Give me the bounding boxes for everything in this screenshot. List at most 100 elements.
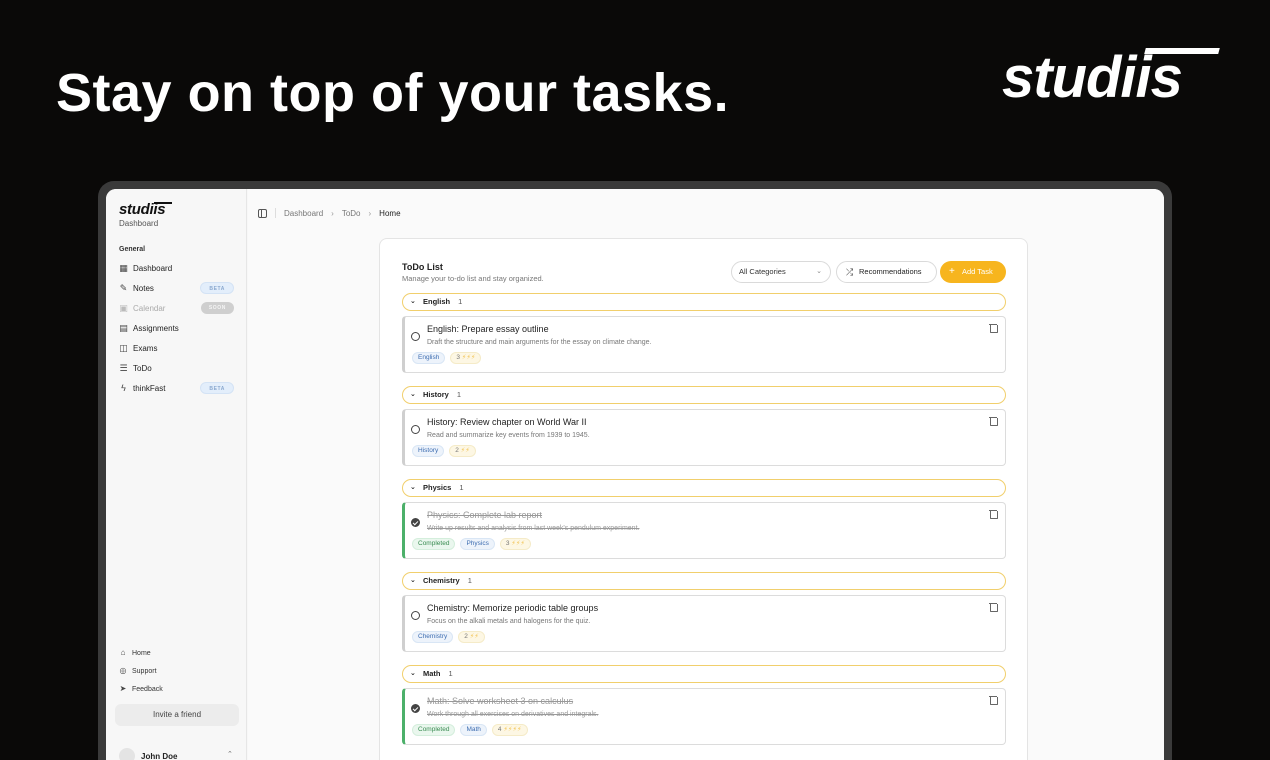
task-checkbox-checked[interactable] xyxy=(411,704,420,713)
breadcrumb-todo[interactable]: ToDo xyxy=(342,209,361,218)
task-title: Chemistry: Memorize periodic table group… xyxy=(427,603,599,613)
trash-icon[interactable] xyxy=(989,602,998,612)
group-header-english[interactable]: ⌄ English 1 xyxy=(402,293,1006,311)
page-title: ToDo List xyxy=(402,262,443,272)
category-tag: Math xyxy=(460,724,487,736)
breadcrumb: Dashboard › ToDo › Home xyxy=(258,208,401,218)
task-description: Read and summarize key events from 1939 … xyxy=(427,432,590,439)
chevron-down-icon: ⌄ xyxy=(816,268,822,275)
footer-link-home[interactable]: ⌂ Home xyxy=(119,647,151,659)
category-filter-select[interactable]: All Categories ⌄ xyxy=(731,261,831,283)
task-title: History: Review chapter on World War II xyxy=(427,417,587,427)
group-header-physics[interactable]: ⌄ Physics 1 xyxy=(402,479,1006,497)
completed-tag: Completed xyxy=(412,538,456,550)
sidebar-item-notes[interactable]: ✎ Notes BETA xyxy=(119,281,237,295)
trash-icon[interactable] xyxy=(989,323,998,333)
beta-badge: BETA xyxy=(200,382,234,394)
group-count: 1 xyxy=(456,390,462,399)
task-tags: Completed Physics 3 ⚡⚡⚡ xyxy=(412,538,536,550)
app-screen: studiis Dashboard General ▦ Dashboard ✎ No… xyxy=(106,189,1164,760)
category-tag: English xyxy=(412,352,446,364)
document-icon: ▤ xyxy=(119,322,128,333)
beta-badge: BETA xyxy=(200,282,234,294)
task-checkbox[interactable] xyxy=(411,611,420,620)
priority-tag: 4 ⚡⚡⚡⚡ xyxy=(491,724,528,736)
task-card: English: Prepare essay outline Draft the… xyxy=(402,316,1006,373)
sidebar-item-assignments[interactable]: ▤ Assignments xyxy=(119,321,237,335)
plus-icon: + xyxy=(949,266,955,277)
lightning-icon: ⚡⚡ xyxy=(460,447,470,454)
sidebar-toggle-icon[interactable] xyxy=(258,208,267,218)
group-header-chemistry[interactable]: ⌄ Chemistry 1 xyxy=(402,572,1006,590)
task-tags: English 3 ⚡⚡⚡ xyxy=(412,352,486,364)
group-count: 1 xyxy=(467,576,472,585)
grid-icon: ▦ xyxy=(119,262,128,273)
category-tag: Physics xyxy=(460,538,495,550)
sidebar-subtitle: Dashboard xyxy=(119,219,159,228)
group-count: 1 xyxy=(448,669,453,678)
lightning-icon: ⚡⚡⚡ xyxy=(511,540,525,547)
chevron-down-icon: ⌄ xyxy=(410,298,416,305)
user-menu[interactable]: John Doe ⌃ xyxy=(119,748,233,760)
breadcrumb-current: Home xyxy=(379,208,401,218)
task-tags: Chemistry 2 ⚡⚡ xyxy=(412,631,490,643)
sidebar-item-exams[interactable]: ◫ Exams xyxy=(119,341,237,355)
task-tags: Completed Math 4 ⚡⚡⚡⚡ xyxy=(412,724,533,736)
invite-friend-button[interactable]: Invite a friend xyxy=(115,704,239,726)
sidebar-section-label: General xyxy=(119,246,146,253)
priority-tag: 2 ⚡⚡ xyxy=(449,445,476,457)
calendar-icon: ▣ xyxy=(119,302,128,313)
avatar xyxy=(119,748,135,760)
sidebar-item-calendar[interactable]: ▣ Calendar SOON xyxy=(119,301,237,315)
task-checkbox[interactable] xyxy=(411,332,420,341)
priority-tag: 3 ⚡⚡⚡ xyxy=(450,352,482,364)
task-card: Physics: Complete lab report Write up re… xyxy=(402,502,1006,559)
priority-tag: 2 ⚡⚡ xyxy=(458,631,485,643)
task-checkbox[interactable] xyxy=(411,425,420,434)
breadcrumb-dashboard[interactable]: Dashboard xyxy=(284,209,323,218)
chevron-right-icon: › xyxy=(331,208,334,218)
chevron-up-icon: ⌃ xyxy=(227,751,233,758)
footer-link-support[interactable]: ◎ Support xyxy=(119,665,157,677)
sidebar-item-todo[interactable]: ☰ ToDo xyxy=(119,361,237,375)
todo-card: ToDo List Manage your to-do list and sta… xyxy=(379,238,1028,760)
category-tag: History xyxy=(412,445,445,457)
chevron-down-icon: ⌄ xyxy=(410,577,416,584)
category-tag: Chemistry xyxy=(412,631,454,643)
lightning-icon: ⚡⚡⚡ xyxy=(461,354,476,361)
main-content: Dashboard › ToDo › Home ToDo List Manage… xyxy=(248,189,1164,760)
trash-icon[interactable] xyxy=(989,416,998,426)
sidebar-logo[interactable]: studiis xyxy=(119,201,172,218)
task-card: Math: Solve worksheet 3 on calculus Work… xyxy=(402,688,1006,745)
trash-icon[interactable] xyxy=(989,695,998,705)
task-description: Focus on the alkali metals and halogens … xyxy=(427,618,591,625)
group-header-math[interactable]: ⌄ Math 1 xyxy=(402,665,1006,683)
home-icon: ⌂ xyxy=(120,648,126,657)
recommendations-button[interactable]: ⤮ Recommendations xyxy=(836,261,937,283)
trash-icon[interactable] xyxy=(989,509,998,519)
sidebar-item-dashboard[interactable]: ▦ Dashboard xyxy=(119,261,237,275)
task-tags: History 2 ⚡⚡ xyxy=(412,445,481,457)
lightning-icon: ϟ xyxy=(121,382,126,393)
hero-title: Stay on top of your tasks. xyxy=(56,63,730,123)
chevron-down-icon: ⌄ xyxy=(410,484,416,491)
group-header-history[interactable]: ⌄ History 1 xyxy=(402,386,1006,404)
user-name: John Doe xyxy=(141,751,178,760)
task-checkbox-checked[interactable] xyxy=(411,518,420,527)
note-edit-icon: ✎ xyxy=(119,282,128,293)
chevron-down-icon: ⌄ xyxy=(410,391,416,398)
hero-logo: studiis xyxy=(1002,44,1220,111)
list-icon: ☰ xyxy=(119,362,128,373)
footer-link-feedback[interactable]: ➤ Feedback xyxy=(119,683,163,695)
add-task-button[interactable]: + Add Task xyxy=(940,261,1006,283)
group-count: 1 xyxy=(458,297,463,306)
chevron-down-icon: ⌄ xyxy=(410,670,416,677)
lightning-icon: ⚡⚡ xyxy=(469,633,479,640)
sidebar-item-thinkfast[interactable]: ϟ thinkFast BETA xyxy=(119,381,237,395)
lightning-icon: ⚡⚡⚡⚡ xyxy=(503,726,522,733)
group-count: 1 xyxy=(459,483,464,492)
task-title: English: Prepare essay outline xyxy=(427,324,549,334)
soon-badge: SOON xyxy=(200,302,234,314)
send-icon: ➤ xyxy=(119,684,127,693)
task-title: Math: Solve worksheet 3 on calculus xyxy=(427,696,574,706)
